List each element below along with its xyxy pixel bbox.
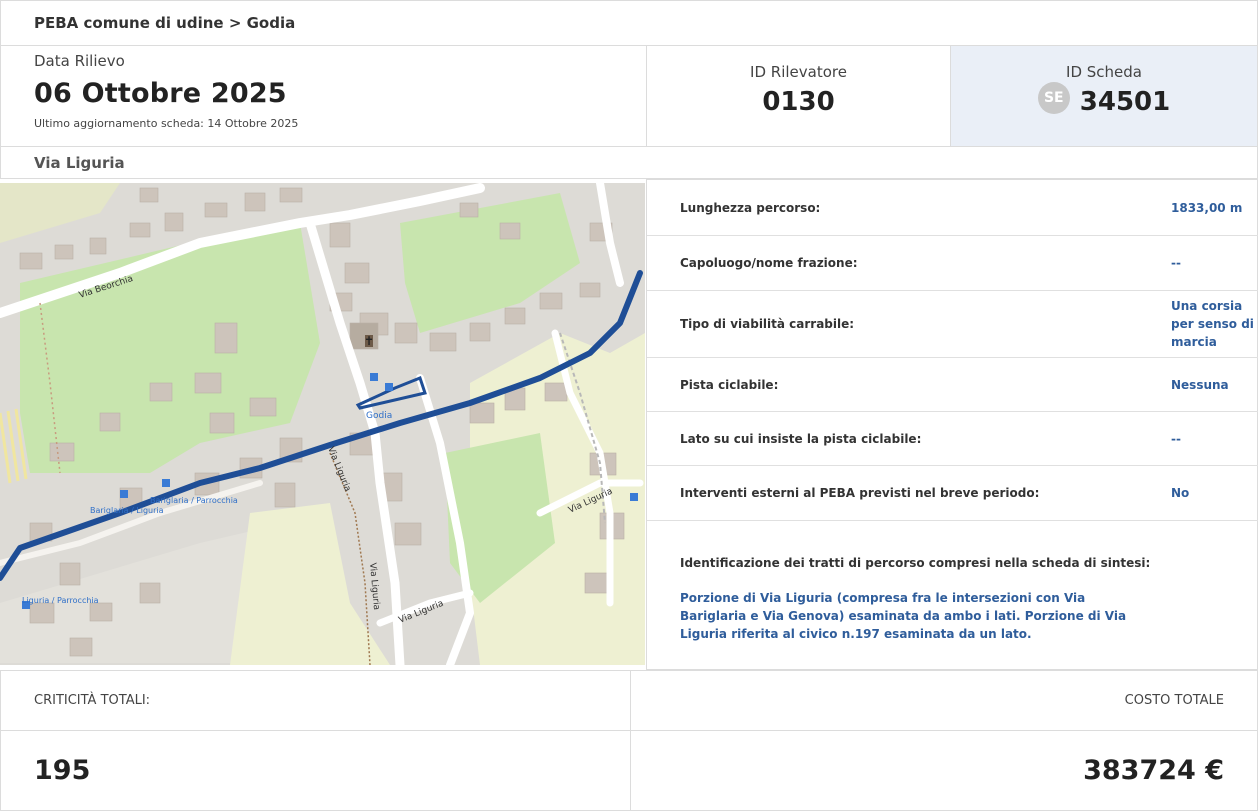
info-key: Capoluogo/nome frazione: [680, 256, 858, 270]
info-row-capoluogo: Capoluogo/nome frazione: -- [647, 236, 1258, 291]
info-value: 1833,00 m [1171, 200, 1243, 215]
scheda-section: ID Scheda SE 34501 [950, 45, 1258, 147]
info-key: Tipo di viabilità carrabile: [680, 317, 855, 331]
date-value: 06 Ottobre 2025 [34, 78, 287, 109]
rilevatore-label: ID Rilevatore [750, 63, 847, 81]
info-row-pista: Pista ciclabile: Nessuna [647, 358, 1258, 412]
info-key: Lato su cui insiste la pista ciclabile: [680, 431, 922, 446]
last-updated: Ultimo aggiornamento scheda: 14 Ottobre … [34, 117, 299, 130]
map-canvas[interactable]: ✝ Via Beorchia Via Liguria Via Liguria V… [0, 183, 645, 665]
criticita-value: 195 [0, 730, 631, 811]
map-label-godia: Godia [366, 411, 392, 421]
scheda-type-badge: SE [1037, 82, 1070, 114]
identification-title: Identificazione dei tratti di percorso c… [680, 556, 1151, 570]
info-key: Pista ciclabile: [680, 377, 779, 392]
info-value: No [1171, 486, 1190, 500]
rilevatore-section: ID Rilevatore 0130 [646, 45, 951, 147]
costo-label: COSTO TOTALE [630, 670, 1258, 731]
info-value: Nessuna [1171, 377, 1229, 392]
street-name: Via Liguria [0, 146, 1258, 179]
costo-value: 383724 € [630, 730, 1258, 811]
info-table: Lunghezza percorso: 1833,00 m Capoluogo/… [646, 179, 1258, 670]
info-row-interventi: Interventi esterni al PEBA previsti nel … [647, 466, 1258, 521]
map-label-stop-3: Liguria / Parrocchia [22, 596, 99, 605]
route-map[interactable]: ✝ Via Beorchia Via Liguria Via Liguria V… [0, 183, 645, 665]
info-value: -- [1171, 256, 1181, 270]
breadcrumb[interactable]: PEBA comune di udine > Godia [0, 0, 1258, 46]
rilevatore-value: 0130 [762, 87, 835, 117]
info-row-lato: Lato su cui insiste la pista ciclabile: … [647, 412, 1258, 466]
date-section: Data Rilievo 06 Ottobre 2025 Ultimo aggi… [0, 45, 647, 147]
info-value: Una corsia per senso di marcia [1171, 299, 1254, 349]
info-key: Lunghezza percorso: [680, 200, 821, 215]
scheda-label: ID Scheda [1066, 63, 1142, 81]
svg-text:✝: ✝ [364, 334, 374, 348]
info-value: -- [1171, 431, 1181, 446]
info-row-lunghezza: Lunghezza percorso: 1833,00 m [647, 180, 1258, 236]
criticita-label: CRITICITÀ TOTALI: [0, 670, 631, 731]
map-label-stop-1: Bariglaria / Parrocchia [150, 496, 238, 505]
info-row-viabilita: Tipo di viabilità carrabile: Una corsia … [647, 291, 1258, 358]
church-icon: ✝ [364, 334, 374, 348]
scheda-value: 34501 [1079, 87, 1171, 117]
map-label-stop-2: Bariglaria / Liguria [90, 506, 164, 515]
date-label: Data Rilievo [34, 52, 125, 70]
identification-description: Porzione di Via Liguria (compresa fra le… [680, 591, 1127, 641]
info-key: Interventi esterni al PEBA previsti nel … [680, 486, 1040, 500]
